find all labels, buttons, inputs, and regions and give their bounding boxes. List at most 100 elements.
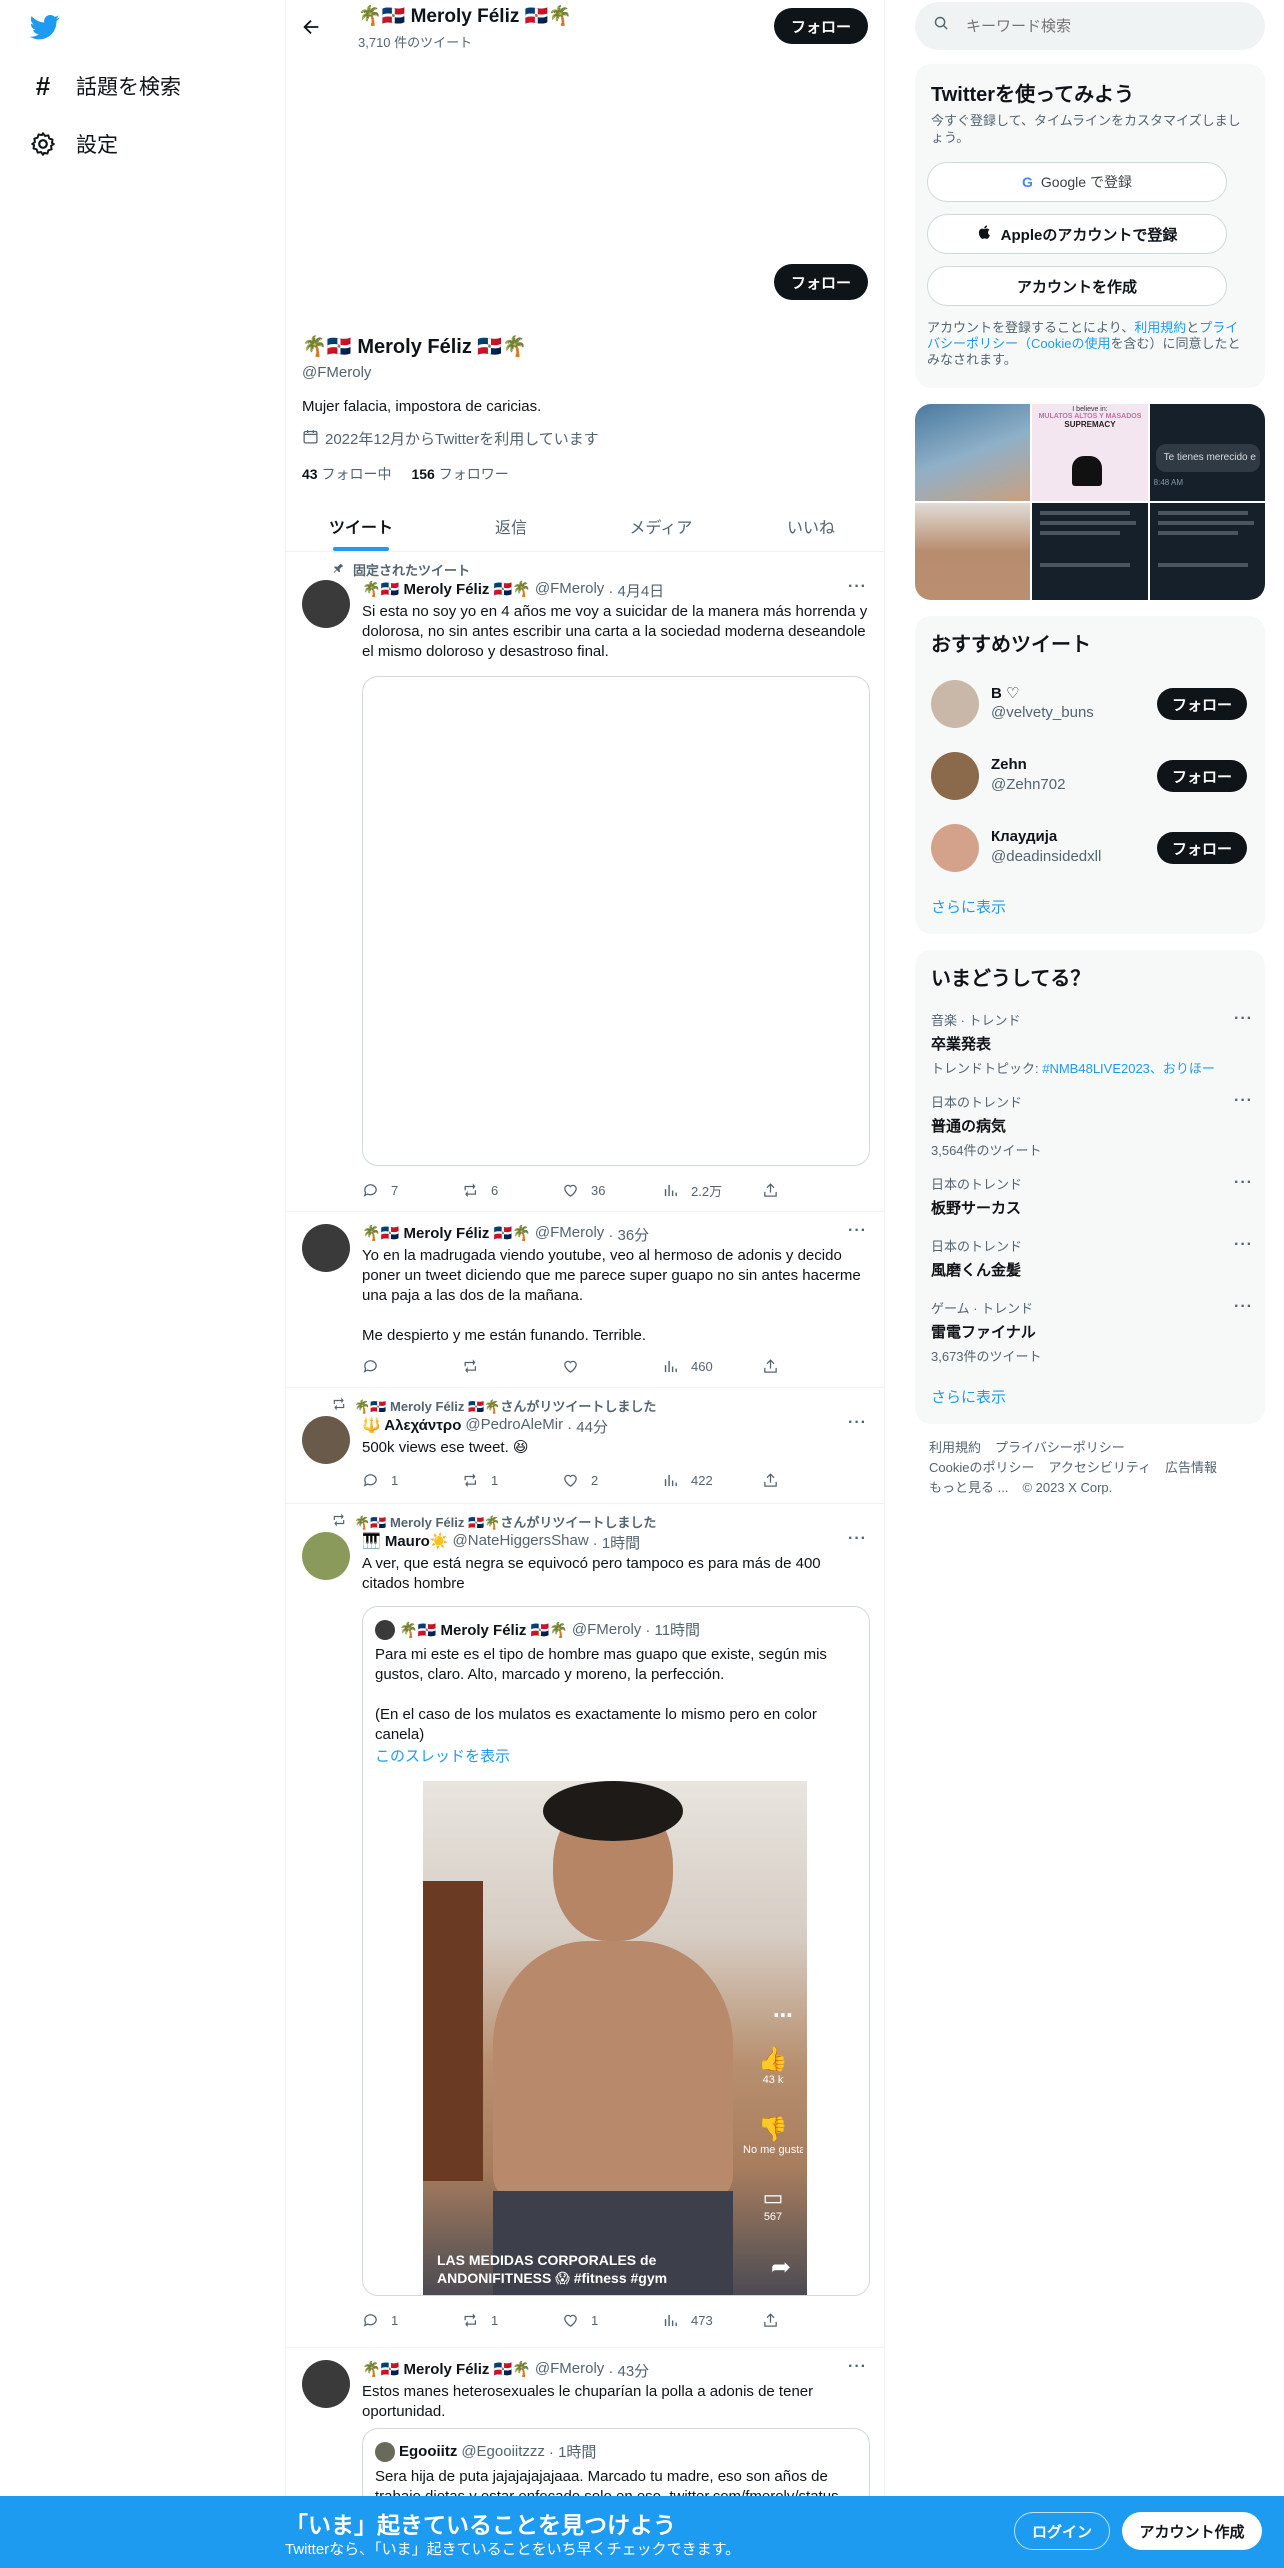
- more-icon[interactable]: ···: [1234, 1010, 1253, 1028]
- more-icon[interactable]: ···: [848, 1222, 867, 1240]
- suggested-show-more[interactable]: さらに表示: [931, 896, 1006, 917]
- video-comments[interactable]: ▭ 567: [753, 2185, 793, 2223]
- footer-privacy[interactable]: プライバシーポリシー: [995, 1438, 1125, 1458]
- tab-media[interactable]: メディア: [586, 500, 736, 551]
- tweet-author-name[interactable]: 🌴🇩🇴 Meroly Féliz 🇩🇴🌴: [362, 2360, 531, 2381]
- reply-button[interactable]: 1: [362, 1472, 462, 1489]
- tweet-time[interactable]: · 36分: [608, 1224, 649, 1245]
- quote-tweet[interactable]: Egooiitz @Egooiitzzz · 1時間 Sera hija de …: [362, 2428, 870, 2500]
- suggested-user[interactable]: Zehn @Zehn702 フォロー: [931, 748, 1251, 804]
- retweet-button[interactable]: 1: [462, 2312, 562, 2329]
- tweet-time[interactable]: · 43分: [608, 2360, 649, 2381]
- like-button[interactable]: 36: [562, 1182, 662, 1199]
- tweet-retweeted-quote[interactable]: 🌴🇩🇴 Meroly Féliz 🇩🇴🌴さんがリツイートしました 🎹 Mauro…: [286, 1504, 884, 2348]
- trend-item[interactable]: 音楽 · トレンド 卒業発表 トレンドトピック: #NMB48LIVE2023、…: [931, 1010, 1253, 1080]
- video-dislike[interactable]: 👎 No me gusta: [743, 2115, 803, 2156]
- video-share-icon[interactable]: ➦: [771, 2253, 791, 2282]
- avatar[interactable]: [302, 1532, 350, 1580]
- tweet-retweeted[interactable]: 🌴🇩🇴 Meroly Féliz 🇩🇴🌴さんがリツイートしました 🔱 Αλεχά…: [286, 1388, 884, 1504]
- more-icon[interactable]: ···: [1234, 1174, 1253, 1192]
- trend-item[interactable]: 日本のトレンド 普通の病気 3,564件のツイート ···: [931, 1092, 1253, 1162]
- signup-button[interactable]: アカウント作成: [1122, 2512, 1262, 2550]
- tweet-author-name[interactable]: 🔱 Αλεχάντρο: [362, 1416, 461, 1437]
- tab-replies[interactable]: 返信: [436, 500, 586, 551]
- share-button[interactable]: [762, 1358, 862, 1375]
- search-bar[interactable]: [915, 2, 1265, 50]
- header-follow-button[interactable]: フォロー: [774, 8, 868, 44]
- apple-signup-button[interactable]: Appleのアカウントで登録: [927, 214, 1227, 254]
- reply-button[interactable]: 1: [362, 2312, 462, 2329]
- media-thumb[interactable]: I believe in: MULATOS ALTOS Y MASADOS SU…: [1032, 404, 1148, 501]
- show-thread-link[interactable]: このスレッドを表示: [375, 1745, 510, 1766]
- terms-link[interactable]: 利用規約: [1134, 320, 1186, 335]
- quote-tweet[interactable]: 🌴🇩🇴 Meroly Féliz 🇩🇴🌴 @FMeroly · 11時間 Par…: [362, 1606, 870, 2296]
- google-signup-button[interactable]: G Google で登録: [927, 162, 1227, 202]
- like-button[interactable]: [562, 1358, 662, 1375]
- tab-likes[interactable]: いいね: [736, 500, 884, 551]
- footer-more[interactable]: もっと見る ...: [929, 1478, 1008, 1498]
- more-icon[interactable]: ···: [848, 1530, 867, 1548]
- tweet-author-name[interactable]: 🎹 Mauro☀️: [362, 1532, 449, 1553]
- media-thumb[interactable]: [915, 404, 1031, 501]
- retweet-button[interactable]: 1: [462, 1472, 562, 1489]
- tweet-author-name[interactable]: 🌴🇩🇴 Meroly Féliz 🇩🇴🌴: [362, 1224, 531, 1245]
- tweet-quote[interactable]: 🌴🇩🇴 Meroly Féliz 🇩🇴🌴 @FMeroly · 43分 ··· …: [286, 2348, 884, 2500]
- following-link[interactable]: 43 フォロー中: [302, 464, 391, 484]
- like-button[interactable]: 1: [562, 2312, 662, 2329]
- tweet-media[interactable]: [362, 676, 870, 1166]
- nav-settings[interactable]: 設定: [28, 124, 118, 164]
- tweet-author-handle[interactable]: @FMeroly: [535, 1224, 604, 1245]
- more-icon[interactable]: ···: [1234, 1092, 1253, 1110]
- retweet-button[interactable]: 6: [462, 1182, 562, 1199]
- follow-button[interactable]: フォロー: [1157, 832, 1247, 864]
- footer-accessibility[interactable]: アクセシビリティ: [1048, 1458, 1151, 1478]
- trend-item[interactable]: 日本のトレンド 板野サーカス ···: [931, 1174, 1253, 1224]
- tweet-time[interactable]: · 1時間: [593, 1532, 641, 1553]
- tweet-time[interactable]: · 4月4日: [608, 580, 664, 601]
- login-button[interactable]: ログイン: [1014, 2512, 1110, 2550]
- like-button[interactable]: 2: [562, 1472, 662, 1489]
- quote-video[interactable]: ⋯ 👍 43 k 👎 No me gusta ▭ 567 ➦ LAS MEDID: [423, 1781, 807, 2295]
- follow-button[interactable]: フォロー: [1157, 688, 1247, 720]
- reply-button[interactable]: [362, 1358, 462, 1375]
- tweet-author-handle[interactable]: @NateHiggersShaw: [453, 1532, 589, 1553]
- more-icon[interactable]: ···: [848, 2358, 867, 2376]
- followers-link[interactable]: 156 フォロワー: [411, 464, 508, 484]
- more-icon[interactable]: ···: [1234, 1236, 1253, 1254]
- share-button[interactable]: [762, 1182, 862, 1199]
- trends-show-more[interactable]: さらに表示: [931, 1386, 1006, 1407]
- suggested-user[interactable]: B ♡ @velvety_buns フォロー: [931, 676, 1251, 732]
- media-thumb[interactable]: [915, 503, 1031, 600]
- trend-item[interactable]: ゲーム · トレンド 雷電ファイナル 3,673件のツイート ···: [931, 1298, 1253, 1368]
- video-like[interactable]: 👍 43 k: [753, 2045, 793, 2086]
- tab-tweets[interactable]: ツイート: [286, 500, 436, 551]
- more-icon[interactable]: ···: [1234, 1298, 1253, 1316]
- tweet-author-handle[interactable]: @FMeroly: [535, 580, 604, 601]
- views-button[interactable]: 2.2万: [662, 1181, 762, 1200]
- back-arrow-icon[interactable]: [300, 16, 322, 44]
- more-icon[interactable]: ···: [848, 578, 867, 596]
- video-more-icon[interactable]: ⋯: [773, 2003, 793, 2028]
- retweet-button[interactable]: [462, 1358, 562, 1375]
- create-account-button[interactable]: アカウントを作成: [927, 266, 1227, 306]
- profile-follow-button[interactable]: フォロー: [774, 264, 868, 300]
- tweet[interactable]: 🌴🇩🇴 Meroly Féliz 🇩🇴🌴 @FMeroly · 36分 ··· …: [286, 1212, 884, 1388]
- tweet-author-handle[interactable]: @FMeroly: [535, 2360, 604, 2381]
- footer-cookie[interactable]: Cookieのポリシー: [929, 1458, 1034, 1478]
- tweet-author-name[interactable]: 🌴🇩🇴 Meroly Féliz 🇩🇴🌴: [362, 580, 531, 601]
- trend-item[interactable]: 日本のトレンド 風磨くん金髪 ···: [931, 1236, 1253, 1286]
- follow-button[interactable]: フォロー: [1157, 760, 1247, 792]
- views-button[interactable]: 460: [662, 1358, 762, 1375]
- media-thumb[interactable]: [1149, 503, 1265, 600]
- search-input[interactable]: [966, 17, 1226, 35]
- media-thumb[interactable]: Te tienes merecido e 8:48 AM: [1149, 404, 1265, 501]
- avatar[interactable]: [302, 1416, 350, 1464]
- avatar[interactable]: [302, 1224, 350, 1272]
- avatar[interactable]: [302, 2360, 350, 2408]
- media-thumb[interactable]: [1032, 503, 1148, 600]
- avatar[interactable]: [302, 580, 350, 628]
- twitter-logo-icon[interactable]: [28, 12, 62, 42]
- nav-explore[interactable]: # 話題を検索: [28, 66, 181, 106]
- share-button[interactable]: [762, 1472, 862, 1489]
- tweet-pinned[interactable]: 固定されたツイート 🌴🇩🇴 Meroly Féliz 🇩🇴🌴 @FMeroly …: [286, 552, 884, 1212]
